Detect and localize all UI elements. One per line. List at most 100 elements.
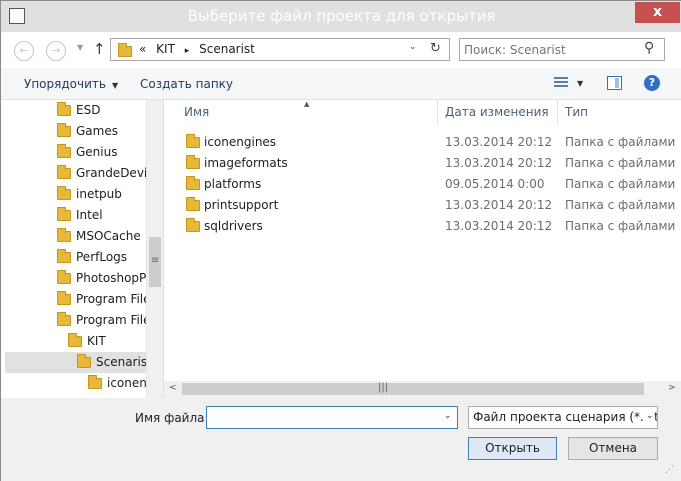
tree-item-scenarist[interactable]: Scenarist [5, 352, 152, 373]
file-date: 13.03.2014 20:12 [445, 135, 553, 149]
caret-down-icon: ▼ [111, 81, 119, 90]
tree-item-photoshopportable[interactable]: PhotoshopPortable [1, 268, 163, 289]
tree-item-label: Scenarist [96, 355, 152, 369]
file-row[interactable]: imageformats 13.03.2014 20:12 Папка с фа… [164, 153, 681, 174]
folder-icon [57, 291, 71, 305]
tree-item-grandedevices[interactable]: GrandeDevices [1, 163, 163, 184]
tree-item-label: Intel [76, 208, 103, 222]
tree-item-games[interactable]: Games [1, 121, 146, 142]
address-bar[interactable]: « KIT ▸ Scenarist ⌄ ↻ [110, 38, 450, 61]
column-header-date[interactable]: Дата изменения [445, 105, 549, 119]
sort-ascending-icon: ▲ [304, 100, 310, 108]
search-input[interactable] [464, 41, 634, 58]
scrollbar-grip-icon: ||| [378, 382, 389, 393]
tree-item-msocache[interactable]: MSOCache [1, 226, 146, 247]
folder-icon [186, 134, 200, 148]
organize-button[interactable]: Упорядочить ▼ [24, 77, 118, 91]
scrollbar-thumb[interactable] [182, 383, 644, 395]
search-icon[interactable]: ⚲ [644, 40, 654, 56]
address-dropdown-icon[interactable]: ⌄ [409, 42, 417, 52]
tree-item-label: MSOCache [76, 229, 141, 243]
tree-item-program-files-x86[interactable]: Program Files (x86) [1, 310, 163, 331]
file-name: imageformats [204, 156, 288, 170]
tree-item-label: Games [76, 124, 118, 138]
arrow-left-icon: ← [19, 44, 29, 57]
navigation-bar: ← → ▼ ↑ « KIT ▸ Scenarist ⌄ ↻ ⚲ [1, 32, 681, 68]
view-dropdown-icon[interactable]: ▼ [577, 79, 583, 88]
tree-item-inetpub[interactable]: inetpub [1, 184, 146, 205]
file-date: 13.03.2014 20:12 [445, 219, 553, 233]
folder-icon [186, 197, 200, 211]
arrow-right-icon: → [51, 44, 61, 57]
column-header-name[interactable]: Имя [184, 105, 209, 119]
file-date: 09.05.2014 0:00 [445, 177, 545, 191]
horizontal-scrollbar[interactable]: < ||| > [164, 381, 681, 398]
folder-icon [57, 270, 71, 284]
size-grip-icon[interactable]: ⋰ [665, 465, 674, 475]
filename-field: ⌄ [206, 406, 458, 429]
close-button[interactable]: x [635, 2, 680, 23]
file-type: Папка с файлами [565, 219, 676, 233]
tree-item-label: Genius [76, 145, 118, 159]
tree-item-label: inetpub [76, 187, 122, 201]
scrollbar-grip-icon: ≡ [151, 255, 160, 266]
tree-item-iconengines[interactable]: iconengines [1, 373, 163, 394]
view-options-icon[interactable] [554, 77, 568, 89]
refresh-icon[interactable]: ↻ [430, 41, 441, 56]
column-header-type[interactable]: Тип [565, 105, 588, 119]
column-divider[interactable] [557, 100, 558, 125]
tree-item-genius[interactable]: Genius [1, 142, 146, 163]
command-bar: Упорядочить ▼ Создать папку ▼ ? [1, 68, 681, 100]
chevron-right-icon[interactable]: ▸ [185, 46, 190, 56]
chevron-down-icon[interactable]: ⌄ [444, 411, 452, 421]
folder-icon [57, 249, 71, 263]
file-row[interactable]: iconengines 13.03.2014 20:12 Папка с фай… [164, 132, 681, 153]
scroll-left-icon[interactable]: < [169, 383, 177, 393]
file-date: 13.03.2014 20:12 [445, 198, 553, 212]
cancel-button[interactable]: Отмена [568, 437, 658, 460]
breadcrumb-overflow[interactable]: « [139, 42, 146, 56]
help-icon[interactable]: ? [644, 75, 660, 91]
open-button[interactable]: Открыть [468, 437, 557, 460]
preview-pane-icon[interactable] [607, 76, 622, 90]
tree-item-esd[interactable]: ESD [1, 100, 146, 121]
recent-locations-dropdown[interactable]: ▼ [77, 43, 83, 52]
navigation-tree: ESD Games Genius GrandeDevices inetpub I… [1, 100, 163, 398]
tree-scrollbar[interactable]: ≡ [146, 100, 163, 398]
tree-item-program-files[interactable]: Program Files [1, 289, 157, 310]
forward-button[interactable]: → [46, 41, 66, 61]
folder-icon [118, 43, 132, 57]
file-list: ▲ Имя Дата изменения Тип iconengines 13.… [164, 100, 681, 398]
file-row[interactable]: printsupport 13.03.2014 20:12 Папка с фа… [164, 195, 681, 216]
folder-icon [186, 155, 200, 169]
folder-icon [186, 218, 200, 232]
dialog-footer: Имя файла: ⌄ Файл проекта сценария (*.ki… [1, 398, 681, 481]
filename-input[interactable] [210, 409, 435, 426]
breadcrumb-item-kit[interactable]: KIT [156, 42, 175, 56]
tree-item-perflogs[interactable]: PerfLogs [1, 247, 146, 268]
file-date: 13.03.2014 20:12 [445, 156, 553, 170]
folder-icon [68, 333, 82, 347]
tree-item-label: ESD [76, 103, 101, 117]
folder-icon [57, 312, 71, 326]
back-button[interactable]: ← [14, 41, 34, 61]
breadcrumb-item-scenarist[interactable]: Scenarist [199, 42, 255, 56]
column-divider[interactable] [437, 100, 438, 125]
file-row[interactable]: platforms 09.05.2014 0:00 Папка с файлам… [164, 174, 681, 195]
folder-icon [57, 228, 71, 242]
file-row[interactable]: sqldrivers 13.03.2014 20:12 Папка с файл… [164, 216, 681, 237]
search-box: ⚲ [459, 38, 665, 61]
chevron-down-icon[interactable]: ⌄ [644, 411, 654, 421]
folder-icon [57, 165, 71, 179]
file-name: platforms [204, 177, 262, 191]
tree-item-kit[interactable]: KIT [1, 331, 146, 352]
up-button[interactable]: ↑ [93, 40, 106, 58]
folder-icon [186, 176, 200, 190]
scroll-right-icon[interactable]: > [668, 383, 676, 393]
tree-item-intel[interactable]: Intel [1, 205, 146, 226]
folder-icon [57, 102, 71, 116]
file-type-filter[interactable]: Файл проекта сценария (*.kitsp) ⌄ [468, 406, 658, 429]
new-folder-button[interactable]: Создать папку [140, 77, 233, 91]
folder-icon [57, 186, 71, 200]
file-type-filter-value: Файл проекта сценария (*.kitsp) [473, 410, 658, 424]
